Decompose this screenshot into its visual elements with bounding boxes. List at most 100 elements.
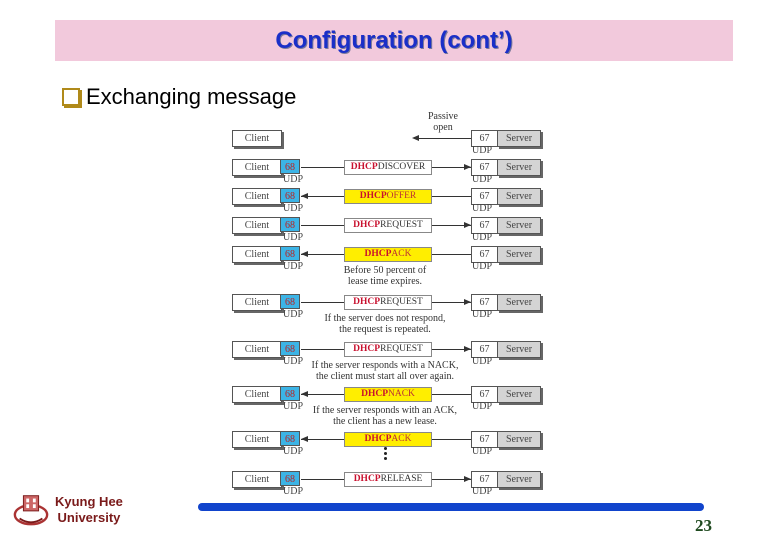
page-number: 23 xyxy=(695,516,712,535)
message-type: ACK xyxy=(391,249,412,259)
client-box: Client xyxy=(232,341,282,358)
dhcp-prefix: DHCP xyxy=(353,220,381,230)
row-note: Before 50 percent of lease time expires. xyxy=(300,265,470,287)
message-line-left xyxy=(301,167,344,168)
message-type: OFFER xyxy=(386,191,417,201)
server-udp-label: UDP xyxy=(472,203,493,214)
dhcp-prefix: DHCP xyxy=(353,474,381,484)
note-line: If the server does not respond, xyxy=(324,313,446,324)
note-line: lease time expires. xyxy=(347,276,423,287)
message-line-left xyxy=(301,349,344,350)
dhcp-prefix: DHCP xyxy=(359,191,387,201)
client-box: Client xyxy=(232,188,282,205)
arrow-right-icon xyxy=(464,299,471,305)
university-logo-icon xyxy=(13,495,49,526)
footer-bar xyxy=(198,503,704,511)
server-udp-label: UDP xyxy=(472,261,493,272)
client-box: Client xyxy=(232,246,282,263)
passive-open-line: Passive xyxy=(428,111,458,122)
message-line-left xyxy=(301,302,344,303)
university-name: Kyung Hee University xyxy=(55,494,123,526)
client-udp-label: UDP xyxy=(283,203,304,214)
server-udp-label: UDP xyxy=(472,232,493,243)
client-port-68: 68 xyxy=(280,159,300,174)
row-note: If the server responds with a NACK, the c… xyxy=(300,360,470,382)
client-port-68: 68 xyxy=(280,188,300,203)
arrow-left-icon xyxy=(301,251,308,257)
dot xyxy=(384,447,387,450)
message-line-right xyxy=(431,394,471,395)
message-line-right xyxy=(431,439,471,440)
arrow-right-icon xyxy=(464,164,471,170)
university-name-line1: Kyung Hee xyxy=(55,494,123,509)
arrow-right-icon xyxy=(464,222,471,228)
server-udp-label: UDP xyxy=(472,446,493,457)
message-type: REQUEST xyxy=(380,344,423,354)
client-port-68: 68 xyxy=(280,217,300,232)
client-udp-label: UDP xyxy=(283,232,304,243)
dhcp-message-ack: DHCPACK xyxy=(344,247,432,262)
dhcp-message-nack: DHCPNACK xyxy=(344,387,432,402)
server-udp-label: UDP xyxy=(472,145,493,156)
arrow-right-icon xyxy=(464,346,471,352)
passive-open-label: Passive open xyxy=(418,111,468,133)
server-box: Server xyxy=(497,130,541,147)
dhcp-message-ack: DHCPACK xyxy=(344,432,432,447)
message-type: DISCOVER xyxy=(377,162,426,172)
note-line: the client must start all over again. xyxy=(315,371,454,382)
client-port-68: 68 xyxy=(280,341,300,356)
client-box: Client xyxy=(232,386,282,403)
dhcp-prefix: DHCP xyxy=(353,297,381,307)
server-box: Server xyxy=(497,294,541,311)
message-line-right xyxy=(431,254,471,255)
client-box: Client xyxy=(232,294,282,311)
server-box: Server xyxy=(497,246,541,263)
message-line-left xyxy=(301,479,344,480)
dhcp-prefix: DHCP xyxy=(364,249,392,259)
note-line: the client has a new lease. xyxy=(333,416,437,427)
message-type: ACK xyxy=(391,434,412,444)
dhcp-message-discover: DHCPDISCOVER xyxy=(344,160,432,175)
server-udp-label: UDP xyxy=(472,401,493,412)
server-box: Server xyxy=(497,341,541,358)
server-box: Server xyxy=(497,386,541,403)
dot xyxy=(384,452,387,455)
server-box: Server xyxy=(497,217,541,234)
note-line: the request is repeated. xyxy=(339,324,431,335)
client-udp-label: UDP xyxy=(283,446,304,457)
client-box: Client xyxy=(232,159,282,176)
arrow-right-icon xyxy=(464,476,471,482)
client-port-68: 68 xyxy=(280,471,300,486)
server-udp-label: UDP xyxy=(472,309,493,320)
dhcp-prefix: DHCP xyxy=(361,389,388,399)
server-box: Server xyxy=(497,159,541,176)
dhcp-message-request: DHCPREQUEST xyxy=(344,295,432,310)
message-type: NACK xyxy=(388,389,415,399)
dhcp-message-offer: DHCPOFFER xyxy=(344,189,432,204)
note-line: If the server responds with an ACK, xyxy=(312,405,458,416)
message-type: REQUEST xyxy=(380,220,423,230)
server-box: Server xyxy=(497,188,541,205)
client-udp-label: UDP xyxy=(283,486,304,497)
client-box: Client xyxy=(232,471,282,488)
arrow-left-icon xyxy=(301,436,308,442)
passive-open-arrow-line xyxy=(418,138,471,139)
ellipsis-dots xyxy=(384,447,387,462)
server-udp-label: UDP xyxy=(472,486,493,497)
client-port-68: 68 xyxy=(280,246,300,261)
dhcp-prefix: DHCP xyxy=(350,162,378,172)
server-box: Server xyxy=(497,431,541,448)
server-udp-label: UDP xyxy=(472,174,493,185)
message-type: RELEASE xyxy=(380,474,423,484)
dhcp-prefix: DHCP xyxy=(364,434,392,444)
dhcp-message-request: DHCPREQUEST xyxy=(344,218,432,233)
server-udp-label: UDP xyxy=(472,356,493,367)
server-box: Server xyxy=(497,471,541,488)
client-port-68: 68 xyxy=(280,294,300,309)
client-box: Client xyxy=(232,217,282,234)
message-line-right xyxy=(431,196,471,197)
client-port-68: 68 xyxy=(280,386,300,401)
client-port-68: 68 xyxy=(280,431,300,446)
client-udp-label: UDP xyxy=(283,174,304,185)
client-box: Client xyxy=(232,130,282,147)
